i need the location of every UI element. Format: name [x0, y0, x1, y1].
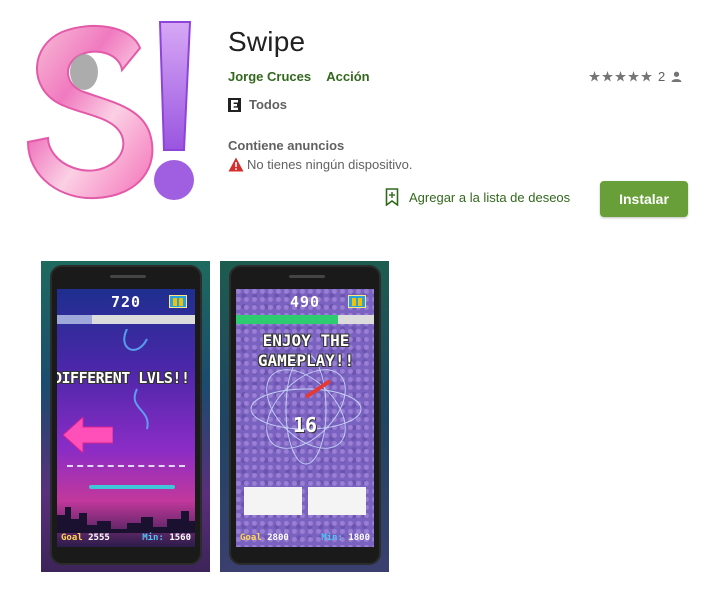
- esrb-everyone-icon: [228, 97, 241, 112]
- level-progress-fill: [236, 315, 339, 324]
- phone-speaker: [110, 275, 146, 278]
- min-stat: Min: 1800: [321, 533, 370, 543]
- rating-count: 2: [658, 69, 666, 84]
- screenshot-caption: ENJOY THE GAMEPLAY!!: [257, 331, 355, 370]
- divider-dashed: [67, 465, 185, 467]
- goal-value: 2555: [88, 533, 110, 543]
- star-icon: [628, 71, 639, 82]
- phone-frame: 490 ENJOY THE GAMEPLAY!! 16 Goal 2800 Mi…: [229, 265, 381, 565]
- ads-notice: Contiene anuncios: [228, 138, 345, 153]
- wishlist-button[interactable]: Agregar a la lista de deseos: [385, 188, 570, 206]
- city-skyline: [57, 507, 195, 533]
- min-stat: Min: 1560: [142, 533, 191, 543]
- phone-frame: 720 DIFFERENT LVLS!! Goal 2555 Min: 1560: [50, 265, 202, 565]
- answer-boxes: [244, 487, 366, 515]
- goal-label: Goal: [240, 533, 262, 543]
- rating-summary: 2: [589, 69, 682, 84]
- game-screen: 490 ENJOY THE GAMEPLAY!! 16 Goal 2800 Mi…: [236, 289, 374, 547]
- content-rating: Todos: [228, 97, 287, 112]
- target-line: [89, 485, 175, 489]
- phone-speaker: [289, 275, 325, 278]
- screenshot-caption: DIFFERENT LVLS!!: [57, 369, 190, 387]
- goal-row: Goal 2800 Min: 1800: [236, 533, 374, 543]
- arrow-left-icon: [63, 417, 113, 453]
- combo-counter: 16: [292, 413, 318, 437]
- star-icon: [641, 71, 652, 82]
- min-value: 1800: [348, 533, 370, 543]
- star-icon: [589, 71, 600, 82]
- min-label: Min:: [142, 533, 164, 543]
- level-progress: [236, 315, 374, 324]
- device-warning-text: No tienes ningún dispositivo.: [247, 157, 413, 172]
- min-value: 1560: [169, 533, 191, 543]
- bookmark-add-icon: [385, 188, 399, 206]
- device-warning: No tienes ningún dispositivo.: [228, 157, 413, 172]
- screenshot-1[interactable]: 720 DIFFERENT LVLS!! Goal 2555 Min: 1560: [41, 261, 210, 572]
- app-title: Swipe: [228, 26, 306, 57]
- star-icon: [615, 71, 626, 82]
- screenshot-2[interactable]: 490 ENJOY THE GAMEPLAY!! 16 Goal 2800 Mi…: [220, 261, 389, 572]
- goal-label: Goal: [61, 533, 83, 543]
- app-meta: Jorge Cruces Acción: [228, 69, 382, 84]
- level-progress-fill: [57, 315, 92, 324]
- warning-icon: [228, 157, 244, 172]
- developer-link[interactable]: Jorge Cruces: [228, 69, 311, 84]
- pause-icon: [348, 295, 366, 308]
- star-icon: [602, 71, 613, 82]
- level-progress: [57, 315, 195, 324]
- goal-stat: Goal 2800: [240, 533, 289, 543]
- min-label: Min:: [321, 533, 343, 543]
- person-icon: [671, 71, 682, 82]
- goal-row: Goal 2555 Min: 1560: [57, 533, 195, 543]
- goal-stat: Goal 2555: [61, 533, 110, 543]
- content-rating-label: Todos: [249, 97, 288, 112]
- install-button[interactable]: Instalar: [600, 181, 688, 217]
- wishlist-label: Agregar a la lista de deseos: [409, 189, 571, 205]
- category-link[interactable]: Acción: [326, 69, 369, 84]
- answer-box-right: [308, 487, 366, 515]
- game-screen: 720 DIFFERENT LVLS!! Goal 2555 Min: 1560: [57, 289, 195, 547]
- pause-icon: [169, 295, 187, 308]
- answer-box-left: [244, 487, 302, 515]
- app-icon: [26, 21, 194, 200]
- goal-value: 2800: [267, 533, 289, 543]
